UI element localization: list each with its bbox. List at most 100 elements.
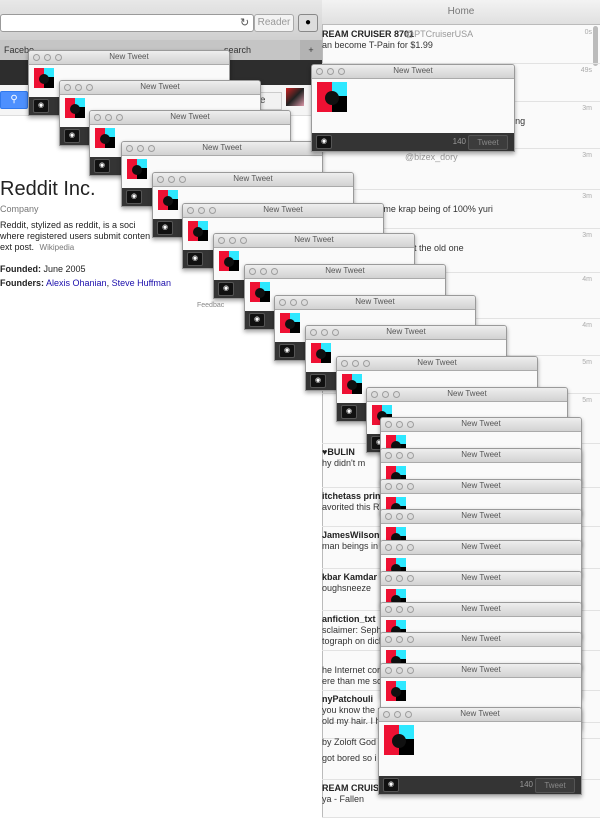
tweet-time: 3m: [582, 232, 592, 239]
tweet-time: 5m: [582, 397, 592, 404]
window-titlebar[interactable]: New Tweet: [381, 510, 581, 524]
window-title: New Tweet: [461, 573, 501, 582]
reload-icon[interactable]: ↻: [240, 16, 249, 29]
window-titlebar[interactable]: New Tweet: [306, 326, 506, 340]
window-title: New Tweet: [461, 665, 501, 674]
window-titlebar[interactable]: New Tweet: [183, 204, 383, 218]
window-titlebar[interactable]: New Tweet: [381, 633, 581, 647]
feedback-link[interactable]: Feedbac: [197, 302, 224, 309]
window-titlebar[interactable]: New Tweet: [381, 480, 581, 494]
search-button[interactable]: ⚲: [0, 91, 28, 109]
user-avatar: [250, 282, 270, 302]
tweet-text: avorited this RT: [322, 502, 385, 512]
founder-link-1[interactable]: Alexis Ohanian: [46, 278, 107, 288]
window-title: New Tweet: [325, 266, 365, 275]
user-avatar: [188, 221, 208, 241]
tweet-row[interactable]: REAM CRUISER 8701 @PTCruiserUSA an become …: [322, 25, 600, 64]
camera-icon[interactable]: ◉: [157, 221, 173, 235]
window-titlebar[interactable]: New Tweet: [275, 296, 475, 310]
founders-fact: Founders: Alexis Ohanian, Steve Huffman: [0, 278, 171, 288]
camera-icon[interactable]: ◉: [249, 313, 265, 327]
window-title: New Tweet: [461, 604, 501, 613]
tweet-author[interactable]: anfiction_txt: [322, 614, 376, 624]
camera-icon[interactable]: ◉: [316, 135, 332, 149]
camera-icon[interactable]: ◉: [187, 252, 203, 266]
window-titlebar[interactable]: New Tweet: [153, 173, 353, 187]
tab-search[interactable]: search: [224, 40, 274, 60]
tweet-time: 4m: [582, 276, 592, 283]
window-titlebar[interactable]: New Tweet: [381, 603, 581, 617]
tweet-row[interactable]: @bizex_dory 3m: [322, 148, 600, 190]
window-titlebar[interactable]: New Tweet: [90, 111, 290, 125]
window-titlebar[interactable]: New Tweet: [312, 65, 514, 79]
tweet-author[interactable]: JamesWilsonO: [322, 530, 386, 540]
camera-icon[interactable]: ◉: [33, 99, 49, 113]
camera-icon[interactable]: ◉: [94, 159, 110, 173]
tweet-author[interactable]: kbar Kamdar: [322, 572, 377, 582]
window-titlebar[interactable]: New Tweet: [122, 142, 322, 156]
founded-fact: Founded: June 2005: [0, 264, 86, 274]
reader-button[interactable]: Reader: [254, 14, 294, 32]
window-title: New Tweet: [461, 419, 501, 428]
tweet-text: an become T-Pain for $1.99: [322, 40, 433, 50]
window-title: New Tweet: [170, 112, 210, 121]
window-title: New Tweet: [461, 450, 501, 459]
tweet-author[interactable]: nyPatchouli: [322, 694, 373, 704]
description-text: Reddit, stylized as reddit, is a soci wh…: [0, 220, 151, 252]
tweet-author[interactable]: ♥BULIN: [322, 447, 355, 457]
window-titlebar[interactable]: New Tweet: [367, 388, 567, 402]
window-titlebar[interactable]: New Tweet: [381, 572, 581, 586]
wikipedia-link[interactable]: Wikipedia: [40, 243, 75, 252]
user-avatar: [34, 68, 54, 88]
founders-label: Founders:: [0, 278, 44, 288]
window-title: New Tweet: [461, 511, 501, 520]
founder-link-2[interactable]: Steve Huffman: [112, 278, 171, 288]
toolbar-menu-icon[interactable]: ●: [298, 14, 318, 32]
url-field[interactable]: [0, 14, 254, 32]
tweet-author[interactable]: REAM CRUISER 8701: [322, 29, 414, 39]
tweet-handle[interactable]: @bizex_dory: [405, 152, 458, 162]
window-title: New Tweet: [355, 297, 395, 306]
window-title: New Tweet: [233, 174, 273, 183]
window-titlebar[interactable]: New Tweet: [381, 664, 581, 678]
new-tweet-window[interactable]: New Tweet ◉ 140 Tweet: [378, 707, 582, 795]
profile-avatar[interactable]: [286, 88, 304, 106]
camera-icon[interactable]: ◉: [64, 129, 80, 143]
window-titlebar[interactable]: New Tweet: [214, 234, 414, 248]
tweet-text: oughsneeze: [322, 583, 372, 593]
tweet-button[interactable]: Tweet: [468, 135, 508, 150]
camera-icon[interactable]: ◉: [126, 190, 142, 204]
window-titlebar[interactable]: New Tweet: [245, 265, 445, 279]
camera-icon[interactable]: ◉: [341, 405, 357, 419]
window-titlebar[interactable]: New Tweet: [381, 449, 581, 463]
founded-label: Founded:: [0, 264, 41, 274]
new-tab-button[interactable]: +: [300, 40, 322, 60]
tweet-text: hy didn't m: [322, 458, 366, 468]
user-avatar: [342, 374, 362, 394]
tweet-text-line2: tograph on dick: [322, 636, 384, 646]
user-avatar: [280, 313, 300, 333]
compose-footer: ◉ 140 Tweet: [379, 776, 581, 794]
window-title: New Tweet: [109, 52, 149, 61]
window-titlebar[interactable]: New Tweet: [381, 541, 581, 555]
camera-icon[interactable]: ◉: [383, 778, 399, 792]
camera-icon[interactable]: ◉: [218, 282, 234, 296]
tweet-handle[interactable]: @PTCruiserUSA: [405, 29, 473, 39]
timeline-header: Home: [322, 0, 600, 25]
tweet-text: ya - Fallen: [322, 794, 365, 804]
camera-icon[interactable]: ◉: [279, 344, 295, 358]
tweet-author[interactable]: itchetass princ: [322, 491, 386, 501]
knowledge-panel-title: Reddit Inc.: [0, 178, 96, 200]
window-titlebar[interactable]: New Tweet: [379, 708, 581, 722]
window-titlebar[interactable]: New Tweet: [60, 81, 260, 95]
camera-icon[interactable]: ◉: [310, 374, 326, 388]
knowledge-panel-type: Company: [0, 204, 39, 214]
user-avatar: [127, 159, 147, 179]
new-tweet-window[interactable]: New Tweet ◉ 140 Tweet: [311, 64, 515, 152]
tweet-button[interactable]: Tweet: [535, 778, 575, 793]
window-titlebar[interactable]: New Tweet: [381, 418, 581, 432]
window-titlebar[interactable]: New Tweet: [337, 357, 537, 371]
window-titlebar[interactable]: New Tweet: [29, 51, 229, 65]
tweet-time: 4m: [582, 322, 592, 329]
window-title: New Tweet: [263, 205, 303, 214]
